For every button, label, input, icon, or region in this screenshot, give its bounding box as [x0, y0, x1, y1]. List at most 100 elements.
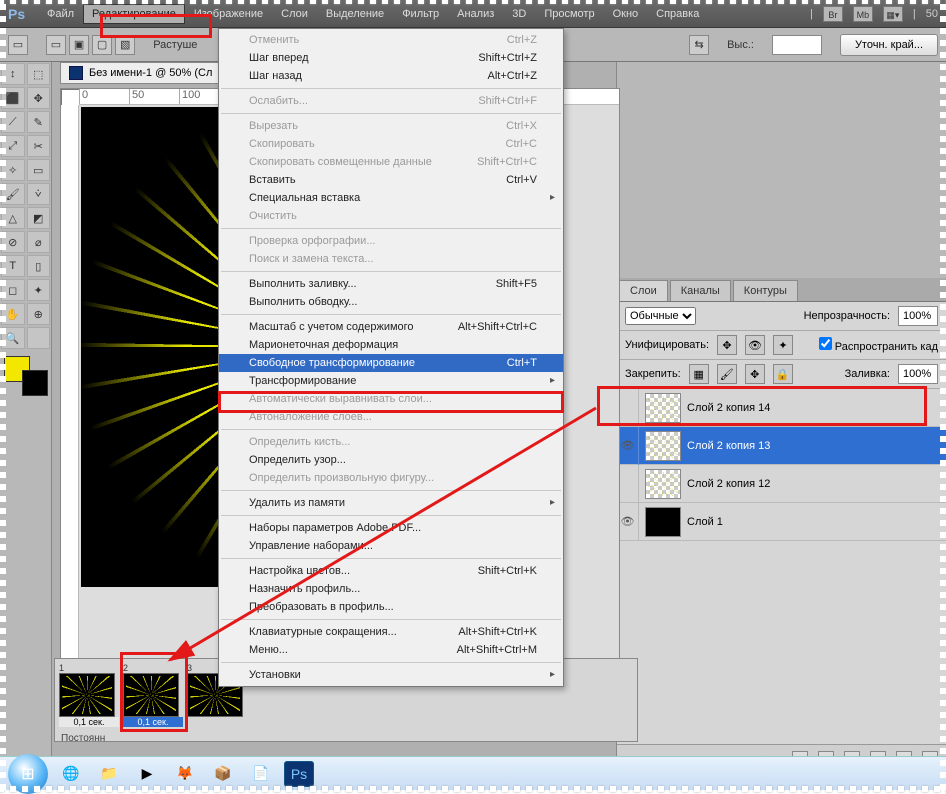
selection-mode-icon[interactable]: ▭	[46, 35, 66, 55]
menu-item[interactable]: Установки	[219, 666, 563, 684]
tool-button[interactable]: ⊕	[27, 303, 51, 325]
ps-file-icon	[69, 66, 83, 80]
divider: |	[913, 8, 916, 20]
visibility-toggle[interactable]	[617, 503, 639, 541]
menu-item[interactable]: Трансформирование	[219, 372, 563, 390]
taskbar-ps-icon[interactable]: Ps	[284, 761, 314, 787]
layer-row[interactable]: Слой 2 копия 12	[617, 465, 946, 503]
tool-button[interactable]: ⬚	[27, 63, 51, 85]
menu-item[interactable]: Меню...Alt+Shift+Ctrl+M	[219, 641, 563, 659]
lock-move-icon[interactable]: ✥	[745, 364, 765, 384]
lock-all-icon[interactable]: 🔒	[773, 364, 793, 384]
layer-row[interactable]: Слой 1	[617, 503, 946, 541]
menu-3d[interactable]: 3D	[503, 4, 535, 24]
menu-item[interactable]: Специальная вставка	[219, 189, 563, 207]
document-tab[interactable]: Без имени-1 @ 50% (Сл	[60, 62, 221, 84]
taskbar-browser-icon[interactable]: 🦊	[170, 761, 200, 787]
animation-frame[interactable]: 20,1 сек.	[123, 663, 183, 727]
tool-button[interactable]	[27, 327, 51, 349]
layer-row[interactable]: Слой 2 копия 14	[617, 389, 946, 427]
tool-button[interactable]: ▯	[27, 255, 51, 277]
taskbar-doc-icon[interactable]: 📄	[246, 761, 276, 787]
menu-выделение[interactable]: Выделение	[317, 4, 393, 24]
menu-окно[interactable]: Окно	[604, 4, 648, 24]
frame-duration[interactable]: 0,1 сек.	[123, 717, 183, 727]
menu-item[interactable]: Свободное трансформированиеCtrl+T	[219, 354, 563, 372]
menu-изображение[interactable]: Изображение	[185, 4, 272, 24]
tool-button[interactable]: ✦	[27, 279, 51, 301]
menu-item[interactable]: Преобразовать в профиль...	[219, 598, 563, 616]
menu-item[interactable]: Масштаб с учетом содержимогоAlt+Shift+Ct…	[219, 318, 563, 336]
panel-tab[interactable]: Слои	[619, 280, 668, 301]
menu-item[interactable]: Шаг впередShift+Ctrl+Z	[219, 49, 563, 67]
ruler-vertical	[61, 105, 79, 681]
taskbar-explorer-icon[interactable]: 📁	[94, 761, 124, 787]
menu-item-label: Определить узор...	[249, 454, 346, 466]
panel-tab[interactable]: Контуры	[733, 280, 798, 301]
unify-position-icon[interactable]: ✥	[717, 335, 737, 355]
menu-item: Ослабить...Shift+Ctrl+F	[219, 92, 563, 110]
blend-mode-select[interactable]: Обычные	[625, 307, 696, 325]
background-color[interactable]	[22, 370, 48, 396]
taskbar-archiver-icon[interactable]: 📦	[208, 761, 238, 787]
tool-preset-icon[interactable]: ▭	[8, 35, 28, 55]
tool-button[interactable]: ⩒	[27, 183, 51, 205]
menu-item-shortcut: Alt+Shift+Ctrl+C	[458, 321, 537, 333]
menu-анализ[interactable]: Анализ	[448, 4, 503, 24]
menu-редактирование[interactable]: Редактирование	[83, 4, 185, 24]
lock-paint-icon[interactable]: 🖌	[717, 364, 737, 384]
menu-item[interactable]: Настройка цветов...Shift+Ctrl+K	[219, 562, 563, 580]
bridge-button[interactable]: Br	[823, 6, 843, 22]
screen-mode-icon[interactable]: ▦▾	[883, 6, 903, 22]
lock-pixels-icon[interactable]: ▦	[689, 364, 709, 384]
animation-frame[interactable]: 10,1 сек.	[59, 663, 119, 727]
menu-item-label: Установки	[249, 669, 301, 681]
visibility-toggle[interactable]	[617, 465, 639, 503]
layer-name: Слой 2 копия 12	[687, 478, 770, 490]
fill-field[interactable]	[898, 364, 938, 384]
menu-item[interactable]: Определить узор...	[219, 451, 563, 469]
menu-справка[interactable]: Справка	[647, 4, 708, 24]
menu-фильтр[interactable]: Фильтр	[393, 4, 448, 24]
refine-edge-button[interactable]: Уточн. край...	[840, 34, 938, 56]
menu-item[interactable]: Выполнить обводку...	[219, 293, 563, 311]
height-field[interactable]	[772, 35, 822, 55]
tool-button[interactable]: ◩	[27, 207, 51, 229]
menu-item[interactable]: Шаг назадAlt+Ctrl+Z	[219, 67, 563, 85]
taskbar-media-icon[interactable]: ▶	[132, 761, 162, 787]
menu-файл[interactable]: Файл	[38, 4, 83, 24]
layer-row[interactable]: Слой 2 копия 13	[617, 427, 946, 465]
visibility-toggle[interactable]	[617, 389, 639, 427]
selection-mode-icon[interactable]: ▢	[92, 35, 112, 55]
tool-button[interactable]: ✎	[27, 111, 51, 133]
tool-button[interactable]: ✥	[27, 87, 51, 109]
frame-duration[interactable]: 0,1 сек.	[59, 717, 119, 727]
menu-item[interactable]: ВставитьCtrl+V	[219, 171, 563, 189]
menu-item[interactable]: Клавиатурные сокращения...Alt+Shift+Ctrl…	[219, 623, 563, 641]
menu-item: Автоматически выравнивать слои...	[219, 390, 563, 408]
constrain-icon[interactable]: ⇆	[689, 35, 709, 55]
opacity-field[interactable]	[898, 306, 938, 326]
menu-item[interactable]: Управление наборами...	[219, 537, 563, 555]
menu-item[interactable]: Выполнить заливку...Shift+F5	[219, 275, 563, 293]
selection-mode-icon[interactable]: ▧	[115, 35, 135, 55]
menu-слои[interactable]: Слои	[272, 4, 317, 24]
panel-tab[interactable]: Каналы	[670, 280, 731, 301]
tool-button[interactable]: ▭	[27, 159, 51, 181]
unify-style-icon[interactable]: ✦	[773, 335, 793, 355]
taskbar-ie-icon[interactable]: 🌐	[56, 761, 86, 787]
menu-item[interactable]: Марионеточная деформация	[219, 336, 563, 354]
propagate-checkbox[interactable]	[819, 337, 832, 350]
tool-palette: ↕⬚⬛✥⟋✎⤢✂✧▭🖌⩒△◩⊘⌀T▯◻✦✋⊕🔍	[0, 62, 52, 770]
menu-item[interactable]: Назначить профиль...	[219, 580, 563, 598]
tool-button[interactable]: ✂	[27, 135, 51, 157]
menu-item[interactable]: Удалить из памяти	[219, 494, 563, 512]
menu-просмотр[interactable]: Просмотр	[535, 4, 603, 24]
minibridge-button[interactable]: Mb	[853, 6, 873, 22]
unify-visibility-icon[interactable]: 👁	[745, 335, 765, 355]
selection-mode-icon[interactable]: ▣	[69, 35, 89, 55]
tool-button[interactable]: ⌀	[27, 231, 51, 253]
menu-item[interactable]: Наборы параметров Adobe PDF...	[219, 519, 563, 537]
visibility-toggle[interactable]	[617, 427, 639, 465]
start-button[interactable]: ⊞	[8, 754, 48, 794]
